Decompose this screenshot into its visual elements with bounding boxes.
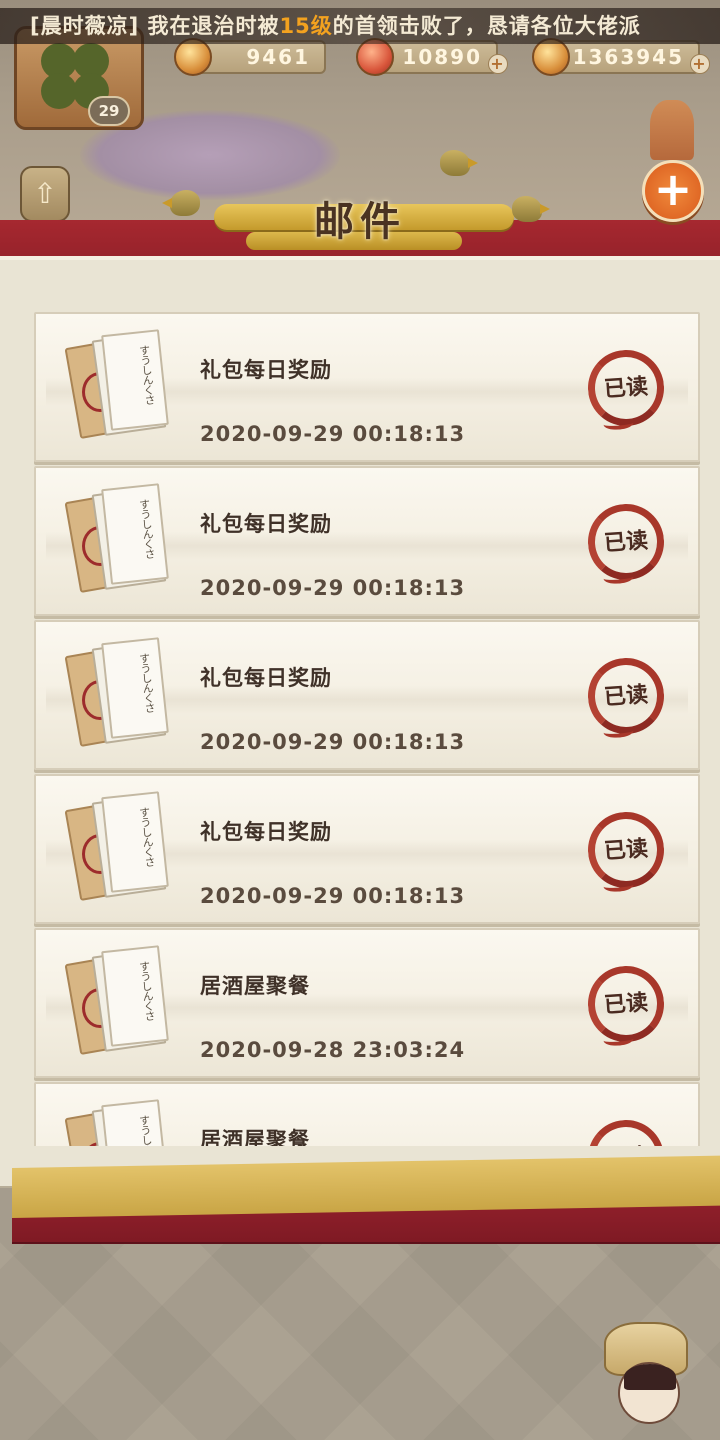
mail-title: 居酒屋聚餐 [200, 1128, 310, 1146]
currency-coin[interactable]: 9461 [174, 38, 326, 76]
mascot-character[interactable] [590, 1322, 708, 1432]
mail-item[interactable]: すうしんくさ 礼包每日奖励 2020-09-29 00:18:13 已读 [34, 312, 700, 462]
announcement-marquee: [晨时薇凉] 我在退治时被15级的首领击败了，恳请各位大佬派 [0, 8, 720, 44]
fish-kite-decoration [650, 100, 694, 160]
mail-title: 礼包每日奖励 [200, 666, 332, 690]
letter-icon: すうしんくさ [64, 637, 169, 752]
bird-icon [512, 196, 550, 222]
mail-list[interactable]: すうしんくさ 礼包每日奖励 2020-09-29 00:18:13 已读 すうし… [34, 312, 700, 1146]
read-stamp: 已读 [585, 501, 667, 583]
currency-fish[interactable]: 10890 + [356, 38, 508, 76]
marquee-text-suffix: 的首领击败了，恳请各位大佬派 [332, 14, 641, 38]
currency-value: 10890 [402, 45, 482, 69]
currency-value: 1363945 [572, 45, 684, 69]
currency-value: 9461 [246, 45, 310, 69]
add-button[interactable]: + [642, 160, 704, 222]
marquee-highlight: 15级 [279, 14, 333, 38]
read-stamp: 已读 [585, 347, 667, 429]
letter-icon: すうしんくさ [64, 483, 169, 598]
mail-item[interactable]: すうしんくさ 礼包每日奖励 2020-09-29 00:18:13 已读 [34, 620, 700, 770]
mail-item[interactable]: すうしんくさ 居酒屋聚餐 2020-09-28 23:03:24 已读 [34, 928, 700, 1078]
letter-icon: すうしんくさ [64, 1099, 169, 1146]
letter-icon: すうしんくさ [64, 329, 169, 444]
page-title: 邮件 [314, 199, 406, 245]
mail-time: 2020-09-29 00:18:13 [200, 884, 466, 908]
player-level-badge: 29 [88, 96, 130, 126]
level-up-lantern-button[interactable]: ⇧ [20, 166, 70, 222]
mail-title: 礼包每日奖励 [200, 820, 332, 844]
mascot-face [618, 1362, 680, 1424]
bird-icon [170, 190, 200, 216]
mail-title: 礼包每日奖励 [200, 512, 332, 536]
mail-time: 2020-09-28 23:03:24 [200, 1038, 466, 1062]
bird-icon [440, 150, 478, 176]
mail-time: 2020-09-29 00:18:13 [200, 576, 466, 600]
mail-time: 2020-09-29 00:18:13 [200, 730, 466, 754]
read-stamp: 已读 [585, 655, 667, 737]
mail-time: 2020-09-29 00:18:13 [200, 422, 466, 446]
mail-item[interactable]: すうしんくさ 礼包每日奖励 2020-09-29 00:18:13 已读 [34, 466, 700, 616]
letter-icon: すうしんくさ [64, 791, 169, 906]
mail-title: 礼包每日奖励 [200, 358, 332, 382]
add-fish-button[interactable]: + [488, 54, 508, 74]
read-stamp: 已读 [585, 1117, 667, 1146]
add-copper-button[interactable]: + [690, 54, 710, 74]
currency-copper[interactable]: 1363945 + [532, 38, 710, 76]
mail-title: 居酒屋聚餐 [200, 974, 310, 998]
letter-icon: すうしんくさ [64, 945, 169, 1060]
read-stamp: 已读 [585, 809, 667, 891]
mail-item[interactable]: すうしんくさ 居酒屋聚餐 已读 [34, 1082, 700, 1146]
mail-item[interactable]: すうしんくさ 礼包每日奖励 2020-09-29 00:18:13 已读 [34, 774, 700, 924]
read-stamp: 已读 [585, 963, 667, 1045]
marquee-text: [晨时薇凉] 我在退治时被 [30, 14, 280, 38]
